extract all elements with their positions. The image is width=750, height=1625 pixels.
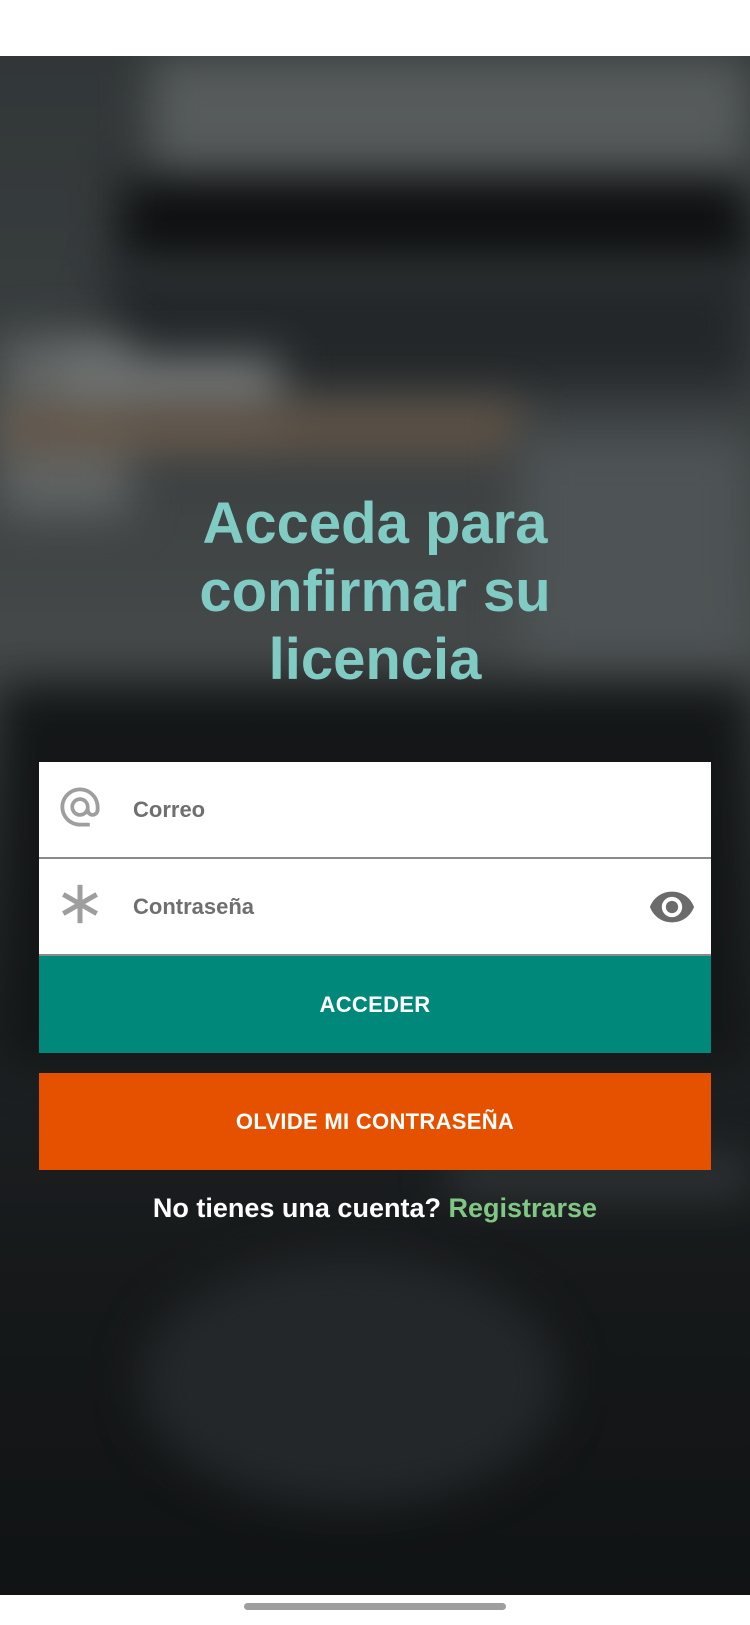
title-line-1: Acceda para [202,491,548,556]
at-icon [60,787,100,827]
navigation-bar [0,1595,750,1625]
title-line-2: confirmar su [199,559,551,624]
password-field [39,859,711,956]
login-form: ACCEDER OLVIDE MI CONTRASEÑA [39,762,711,1170]
signup-prompt: No tienes una cuenta? Registrarse [0,1188,750,1228]
title-line-3: licencia [268,627,482,692]
status-bar [0,0,750,56]
password-input[interactable] [133,859,613,954]
page-title: Acceda para confirmar su licencia [150,490,600,694]
eye-icon[interactable] [649,889,695,925]
signup-text: No tienes una cuenta? [152,1193,441,1223]
forgot-password-button[interactable]: OLVIDE MI CONTRASEÑA [39,1073,711,1170]
register-link[interactable]: Registrarse [448,1193,597,1223]
email-field [39,762,711,859]
email-input[interactable] [133,762,613,857]
login-button[interactable]: ACCEDER [39,956,711,1053]
home-indicator[interactable] [244,1603,506,1610]
asterisk-icon [62,884,98,924]
